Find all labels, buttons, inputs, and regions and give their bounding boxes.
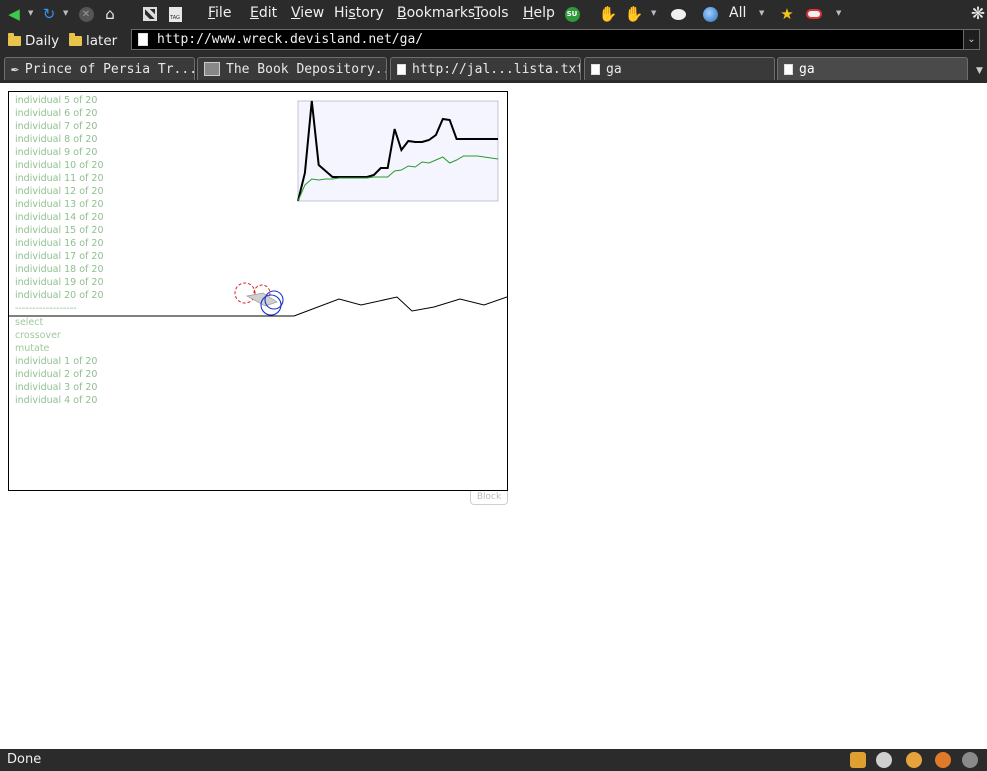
back-history-dropdown-icon[interactable]: ▼ — [28, 9, 33, 17]
fitness-chart — [297, 100, 499, 202]
noscript-icon[interactable] — [962, 752, 978, 768]
menu-file[interactable]: File — [208, 5, 231, 21]
log-line: crossover — [15, 330, 61, 341]
thumbs-down-icon[interactable]: ✋ — [624, 4, 644, 24]
tab-lista-txt[interactable]: http://jal...lista.txt — [390, 57, 581, 80]
car-vehicle — [234, 282, 284, 316]
log-line: individual 1 of 20 — [15, 356, 98, 367]
home-icon[interactable]: ⌂ — [100, 4, 120, 24]
firebug-icon[interactable] — [935, 752, 951, 768]
url-history-dropdown-button[interactable]: ⌄ — [963, 29, 980, 50]
ga-simulation-canvas: individual 5 of 20 individual 6 of 20 indi… — [8, 91, 508, 491]
folder-icon — [69, 33, 82, 46]
log-line: individual 12 of 20 — [15, 186, 104, 197]
back-wheel — [234, 282, 256, 304]
page-content: individual 5 of 20 individual 6 of 20 indi… — [0, 83, 987, 749]
document-icon — [784, 63, 793, 75]
qr-icon[interactable] — [140, 4, 160, 24]
log-line: individual 18 of 20 — [15, 264, 104, 275]
menu-view[interactable]: View — [291, 5, 324, 21]
tab-bar: ✒ Prince of Persia Tr... The Book Deposi… — [0, 56, 987, 83]
bookmark-folder-daily[interactable]: Daily — [8, 33, 59, 49]
log-line: individual 17 of 20 — [15, 251, 104, 262]
tag-icon[interactable]: TAG — [165, 4, 185, 24]
search-engine-selector[interactable]: All — [729, 5, 746, 21]
addon-dropdown-icon[interactable]: ▼ — [836, 9, 841, 17]
menu-bar: ◀ ▼ ↻ ▼ ✕ ⌂ TAG File Edit View History B… — [0, 0, 987, 27]
log-line: individual 6 of 20 — [15, 108, 98, 119]
globe-icon[interactable] — [700, 4, 720, 24]
log-line: individual 3 of 20 — [15, 382, 98, 393]
connection-status-icon[interactable] — [876, 752, 892, 768]
tab-prince-of-persia[interactable]: ✒ Prince of Persia Tr... — [4, 57, 195, 80]
update-icon[interactable] — [850, 752, 866, 768]
log-line: individual 13 of 20 — [15, 199, 104, 210]
throbber-icon: ❋ — [970, 4, 986, 24]
tab-book-depository[interactable]: The Book Depository... — [197, 57, 387, 80]
block-button[interactable]: Block — [470, 491, 508, 505]
stumbleupon-icon[interactable]: SU — [562, 4, 582, 24]
log-line: individual 2 of 20 — [15, 369, 98, 380]
tab-ga-active[interactable]: ga — [777, 57, 968, 80]
tab-list-dropdown-icon[interactable]: ▼ — [972, 62, 987, 80]
log-line: ------------------ — [15, 303, 77, 314]
speech-bubble-icon[interactable] — [668, 4, 688, 24]
log-list-top: individual 5 of 20 individual 6 of 20 indi… — [15, 94, 104, 315]
log-line: individual 5 of 20 — [15, 95, 98, 106]
page-icon — [138, 33, 148, 46]
url-text: http://www.wreck.devisland.net/ga/ — [157, 32, 424, 47]
star-icon[interactable]: ★ — [777, 4, 797, 24]
log-line: individual 9 of 20 — [15, 147, 98, 158]
log-list-bottom: select crossover mutate individual 1 of 20 i… — [15, 316, 97, 407]
folder-icon — [8, 33, 21, 46]
menu-history[interactable]: History — [334, 5, 384, 21]
log-line: individual 7 of 20 — [15, 121, 98, 132]
log-line: select — [15, 317, 44, 328]
status-text: Done — [7, 752, 42, 767]
document-icon — [591, 63, 600, 75]
menu-tools[interactable]: Tools — [474, 5, 509, 21]
menu-bookmarks[interactable]: Bookmarks — [397, 5, 475, 21]
monkey-icon[interactable] — [906, 752, 922, 768]
chevron-down-icon: ⌄ — [967, 34, 976, 45]
menu-help[interactable]: Help — [523, 5, 555, 21]
book-depository-icon — [204, 62, 220, 76]
terrain-line — [293, 296, 507, 317]
log-line: individual 4 of 20 — [15, 395, 98, 406]
log-line: individual 20 of 20 — [15, 290, 104, 301]
log-line: individual 11 of 20 — [15, 173, 104, 184]
bookmarks-toolbar: Daily later — [0, 28, 130, 53]
document-icon — [397, 63, 406, 75]
menu-edit[interactable]: Edit — [250, 5, 277, 21]
log-line: individual 10 of 20 — [15, 160, 104, 171]
log-line: individual 14 of 20 — [15, 212, 104, 223]
log-line: individual 19 of 20 — [15, 277, 104, 288]
thumbs-up-icon[interactable]: ✋ — [598, 4, 618, 24]
reload-icon[interactable]: ↻ — [39, 4, 59, 24]
log-line: mutate — [15, 343, 50, 354]
addon-icon[interactable] — [804, 4, 824, 24]
search-engine-dropdown-icon[interactable]: ▼ — [759, 9, 764, 17]
reload-dropdown-icon[interactable]: ▼ — [63, 9, 68, 17]
url-bar[interactable]: http://www.wreck.devisland.net/ga/ — [131, 29, 964, 50]
log-line: individual 16 of 20 — [15, 238, 104, 249]
chart-background — [297, 100, 499, 202]
feather-icon: ✒ — [11, 61, 19, 77]
bookmark-folder-later[interactable]: later — [69, 33, 117, 49]
log-line: individual 15 of 20 — [15, 225, 104, 236]
tab-ga[interactable]: ga — [584, 57, 775, 80]
log-line: individual 8 of 20 — [15, 134, 98, 145]
back-icon[interactable]: ◀ — [4, 4, 24, 24]
browser-chrome: ◀ ▼ ↻ ▼ ✕ ⌂ TAG File Edit View History B… — [0, 0, 987, 83]
stumble-dropdown-icon[interactable]: ▼ — [651, 9, 656, 17]
status-bar: Done — [0, 749, 987, 771]
stop-icon[interactable]: ✕ — [76, 4, 96, 24]
